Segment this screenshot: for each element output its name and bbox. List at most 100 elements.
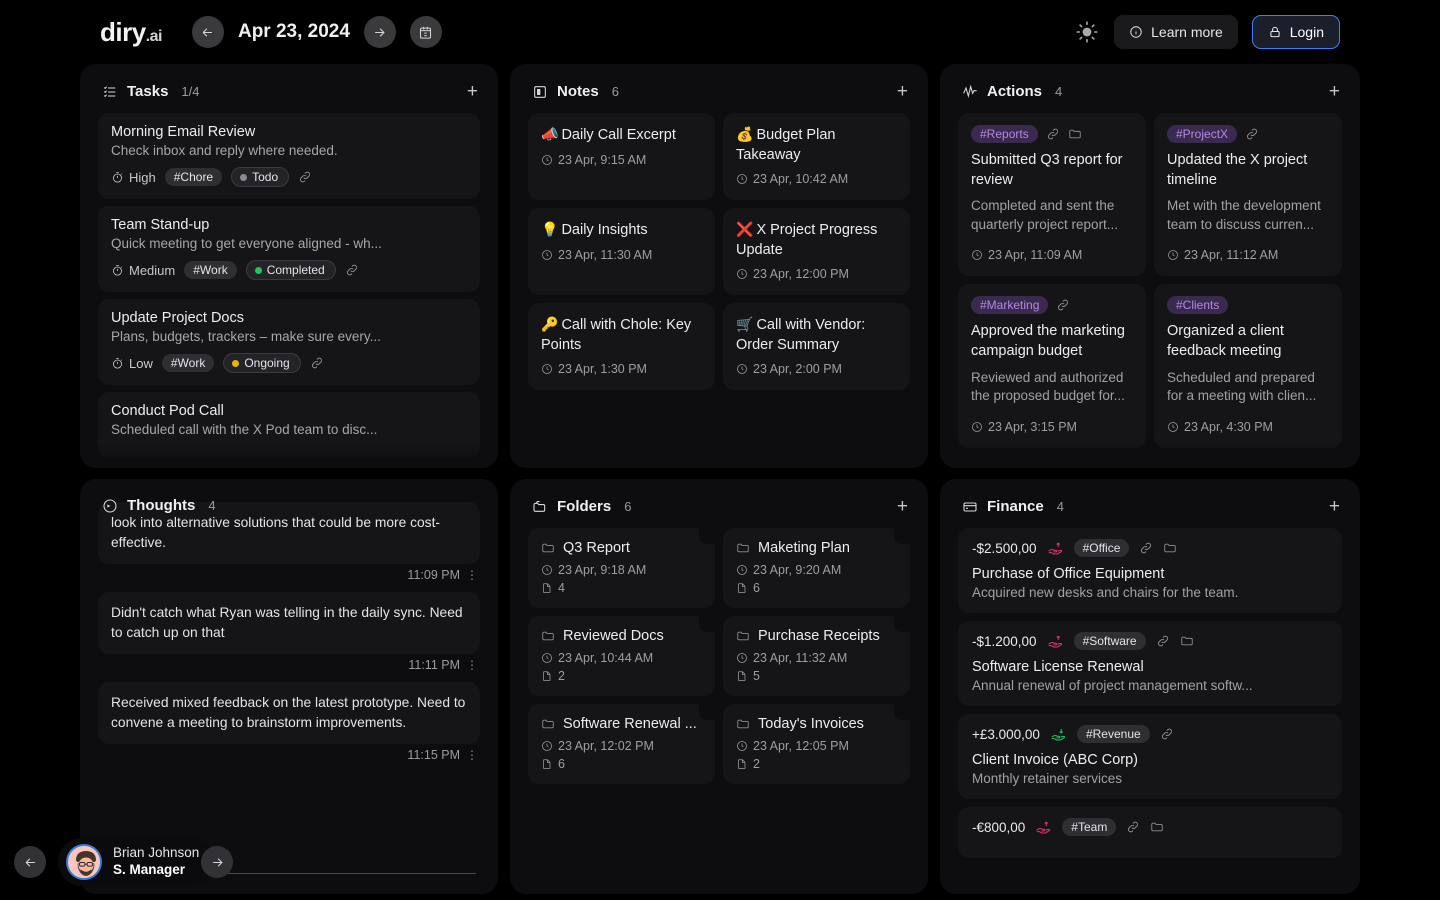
folder-icon[interactable]: [1163, 541, 1177, 555]
link-icon[interactable]: [1160, 727, 1174, 741]
folder-card[interactable]: Q3 Report 23 Apr, 9:18 AM 4: [528, 528, 715, 608]
add-task-button[interactable]: +: [467, 82, 478, 101]
finance-card[interactable]: -$1.200,00 #Software Software License Re…: [958, 621, 1342, 706]
finance-tag[interactable]: #Revenue: [1076, 725, 1150, 743]
user-name: Brian Johnson: [113, 845, 200, 861]
task-priority: High: [111, 170, 156, 185]
finance-title-text: Client Invoice (ABC Corp): [972, 752, 1138, 768]
note-title: Daily Call Excerpt: [561, 127, 676, 143]
action-tag[interactable]: #Reports: [971, 125, 1038, 143]
note-card[interactable]: 💰 Budget Plan Takeaway 23 Apr, 10:42 AM: [723, 113, 910, 201]
learn-more-button[interactable]: Learn more: [1114, 15, 1238, 49]
folder-icon[interactable]: [1150, 820, 1164, 834]
arrow-right-icon: [212, 857, 223, 867]
link-icon[interactable]: [310, 356, 324, 370]
note-title: Daily Insights: [561, 222, 648, 239]
folder-title-row: Today's Invoices: [736, 716, 897, 732]
user-next-button[interactable]: [201, 846, 234, 878]
task-status[interactable]: Todo: [231, 167, 290, 187]
action-tag[interactable]: #ProjectX: [1167, 125, 1238, 143]
link-icon[interactable]: [1245, 127, 1259, 141]
actions-title: Actions: [987, 83, 1043, 100]
finance-card[interactable]: -$2.500,00 #Office Purchase of Office Eq…: [958, 528, 1342, 613]
folder-icon[interactable]: [1180, 634, 1194, 648]
task-title: Update Project Docs: [111, 310, 244, 326]
folder-card[interactable]: Software Renewal ... 23 Apr, 12:02 PM 6: [528, 704, 715, 784]
task-status[interactable]: Ongoing: [223, 353, 301, 373]
login-button[interactable]: Login: [1251, 15, 1340, 49]
add-action-button[interactable]: +: [1329, 82, 1340, 101]
thoughts-list[interactable]: look into alternative solutions that cou…: [80, 502, 498, 778]
task-meta: Medium #Work Completed: [111, 260, 467, 280]
clock-icon: [737, 364, 747, 375]
note-timestamp: 23 Apr, 10:42 AM: [736, 172, 897, 186]
arrow-left-icon: [25, 857, 35, 867]
finance-tag[interactable]: #Software: [1073, 632, 1146, 650]
sun-icon: [1076, 21, 1098, 43]
calendar-button[interactable]: [409, 16, 442, 48]
thought-menu-icon[interactable]: ⋮: [466, 569, 478, 581]
clock-icon: [542, 249, 552, 260]
note-card[interactable]: 💡 Daily Insights 23 Apr, 11:30 AM: [528, 208, 715, 296]
task-tag[interactable]: #Chore: [164, 168, 223, 186]
link-icon[interactable]: [1156, 634, 1170, 648]
task-tag[interactable]: #Work: [161, 354, 215, 372]
task-tag[interactable]: #Work: [184, 261, 237, 279]
add-finance-button[interactable]: +: [1329, 497, 1340, 516]
note-card[interactable]: 📣 Daily Call Excerpt 23 Apr, 9:15 AM: [528, 113, 715, 201]
note-card[interactable]: 🔑 Call with Chole: Key Points 23 Apr, 1:3…: [528, 303, 715, 391]
thought-item[interactable]: Received mixed feedback on the latest pr…: [98, 682, 480, 770]
task-card[interactable]: Morning Email Review Check inbox and rep…: [98, 113, 480, 199]
date-navigator: Apr 23, 2024: [191, 16, 442, 48]
folder-name: Maketing Plan: [758, 540, 850, 556]
folder-card[interactable]: Reviewed Docs 23 Apr, 10:44 AM 2: [528, 616, 715, 696]
finance-card[interactable]: +£3.000,00 #Revenue Client Invoice (ABC …: [958, 714, 1342, 799]
finance-tag[interactable]: #Office: [1073, 539, 1130, 557]
folders-title: Folders: [557, 498, 612, 515]
note-emoji: ❌: [736, 221, 754, 238]
finance-description: Monthly retainer services: [972, 771, 1123, 786]
folder-card[interactable]: Today's Invoices 23 Apr, 12:05 PM 2: [723, 704, 910, 784]
thought-item[interactable]: Didn't catch what Ryan was telling in th…: [98, 592, 480, 680]
task-card[interactable]: Team Stand-up Quick meeting to get every…: [98, 206, 480, 292]
action-card[interactable]: #Reports Submitted Q3 report for review …: [958, 113, 1146, 277]
link-icon[interactable]: [345, 263, 359, 277]
thought-menu-icon[interactable]: ⋮: [466, 749, 478, 761]
finance-tag[interactable]: #Team: [1062, 818, 1117, 836]
link-icon[interactable]: [1046, 127, 1060, 141]
task-status[interactable]: Completed: [245, 260, 336, 280]
action-card[interactable]: #Clients Organized a client feedback mee…: [1154, 284, 1342, 448]
task-card[interactable]: Update Project Docs Plans, budgets, trac…: [98, 299, 480, 385]
link-icon[interactable]: [1126, 820, 1140, 834]
thought-menu-icon[interactable]: ⋮: [466, 659, 478, 671]
folder-card[interactable]: Maketing Plan 23 Apr, 9:20 AM 6: [723, 528, 910, 608]
next-day-button[interactable]: [363, 16, 396, 48]
link-icon[interactable]: [1139, 541, 1153, 555]
link-icon[interactable]: [1056, 298, 1070, 312]
clock-icon: [737, 269, 747, 280]
add-folder-button[interactable]: +: [897, 497, 908, 516]
link-icon[interactable]: [298, 170, 312, 184]
task-card[interactable]: Conduct Pod Call Scheduled call with the…: [98, 392, 480, 458]
prev-day-button[interactable]: [191, 16, 224, 48]
logo-suffix: .ai: [145, 27, 163, 45]
finance-amount: -$2.500,00: [972, 540, 1037, 556]
thought-item[interactable]: look into alternative solutions that cou…: [98, 502, 480, 590]
finance-card[interactable]: -€800,00 #Team: [958, 807, 1342, 858]
note-card[interactable]: 🛒 Call with Vendor: Order Summary 23 Apr,…: [723, 303, 910, 391]
action-card[interactable]: #Marketing Approved the marketing campai…: [958, 284, 1146, 448]
folder-card[interactable]: Purchase Receipts 23 Apr, 11:32 AM 5: [723, 616, 910, 696]
user-profile[interactable]: Brian Johnson S. Manager: [58, 838, 216, 886]
note-card[interactable]: ❌ X Project Progress Update 23 Apr, 12:00…: [723, 208, 910, 296]
folder-icon[interactable]: [1068, 127, 1082, 141]
note-timestamp: 23 Apr, 1:30 PM: [541, 362, 702, 376]
theme-toggle[interactable]: [1074, 19, 1100, 45]
expense-hand-icon: [1047, 635, 1062, 647]
action-card[interactable]: #ProjectX Updated the X project timeline…: [1154, 113, 1342, 277]
add-note-button[interactable]: +: [897, 82, 908, 101]
action-tag[interactable]: #Clients: [1167, 296, 1229, 315]
user-prev-button[interactable]: [14, 846, 46, 878]
actions-list: #Reports Submitted Q3 report for review …: [940, 113, 1360, 448]
file-icon: [543, 583, 551, 593]
action-tag[interactable]: #Marketing: [971, 296, 1049, 315]
